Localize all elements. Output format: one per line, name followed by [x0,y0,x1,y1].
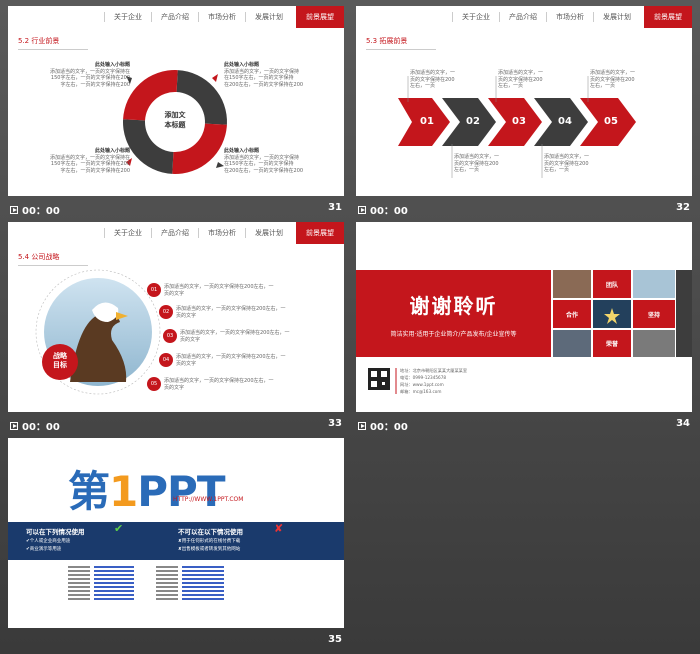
step-number: 05 [150,381,158,387]
step-label: 01 [420,116,434,127]
step-note: 添加适当的文字，一页的文字保持在200左右，一页 [454,154,500,173]
text-block-tr: 此处输入小标题 添加适当的文字，一页的文字保持 在150字左右，一页的文字保持 … [224,62,314,88]
contact-line: 电话：0999-12345678 [400,375,447,380]
slide-32-canvas: 关于企业 产品介绍 市场分析 发展计划 前景展望 5.3 拓展前景 01 02 … [356,6,692,196]
step-text: 添加适当的文字，一页的文字保持在200左右，一页的文字 [180,330,290,343]
strategy-badge: 战略 目标 [53,352,67,369]
block-body: 添加适当的文字，一页的文字保持 在150字左右，一页的文字保持 在200左右，一… [224,154,304,174]
link-list [68,566,224,600]
step-number: 03 [166,333,174,339]
step-number: 02 [162,309,170,315]
slide-33-canvas: 关于企业 产品介绍 市场分析 发展计划 前景展望 5.4 公司战略 战略 目标 … [8,222,344,412]
step-note: 添加适当的文字，一页的文字保持在200左右，一页 [544,154,590,173]
play-icon[interactable] [358,205,366,214]
block-body: 添加适当的文字，一页的文字保持 在150字左右，一页的文字保持 在200左右，一… [224,68,304,88]
step-text: 添加适当的文字，一页的文字保持在200左右，一页的文字 [164,378,274,391]
contact-line: 地址：北京市朝阳区某某大厦某某室 [400,368,468,373]
contact-info: 地址：北京市朝阳区某某大厦某某室 电话：0999-12345678 网址：www… [400,367,520,395]
slide-info-bar: 00：00 33 [8,415,344,433]
slide-timing: 00：00 [370,206,408,217]
tile-label: 坚持 [647,312,660,319]
step-text: 添加适当的文字，一页的文字保持在200左右，一页的文字 [176,354,286,367]
slide-number: 32 [676,202,690,213]
block-body: 添加适当的文字，一页的文字保持在 150字左右，一页的文字保持在200 字左右，… [49,68,130,88]
play-icon[interactable] [358,421,366,430]
slide-timing: 00：00 [22,422,60,433]
text-block-bl: 此处输入小标题 添加适当的文字，一页的文字保持在 150字左右，一页的文字保持在… [48,148,130,174]
contact-line: 网址：www.1ppt.com [400,382,444,387]
contact-line: 邮箱：mc@163.com [400,389,442,394]
slide-number: 35 [328,634,342,645]
step-text: 添加适当的文字，一页的文字保持在200左右，一页的文字 [164,284,274,297]
slide-timing: 00：00 [370,422,408,433]
slide-number: 33 [328,418,342,429]
tile-label: 团队 [605,282,618,289]
step-number: 01 [150,287,158,293]
text-block-br: 此处输入小标题 添加适当的文字，一页的文字保持 在150字左右，一页的文字保持 … [224,148,314,174]
step-note: 添加适当的文字，一页的文字保持在200左右，一页 [410,70,456,89]
step-label: 03 [512,116,526,127]
step-label: 05 [604,116,618,127]
slide-info-bar: 00：00 32 [356,199,692,217]
step-label: 04 [558,116,572,127]
play-icon[interactable] [10,205,18,214]
slide-35-canvas: 第1PPT HTTP://WWW.1PPT.COM 可以在下列情况使用 不可以在… [8,438,344,628]
step-note: 添加适当的文字，一页的文字保持在200左右，一页 [498,70,544,89]
play-icon[interactable] [10,421,18,430]
slide-number: 34 [676,418,690,429]
step-number: 04 [162,357,170,363]
slide-info-bar: 35 [8,631,344,649]
block-body: 添加适当的文字，一页的文字保持在 150字左右，一页的文字保持在200 字左右，… [49,154,130,174]
tile-label: 合作 [565,312,578,319]
slide-31-canvas: 关于企业 产品介绍 市场分析 发展计划 前景展望 5.2 行业前景 添加文 本标… [8,6,344,196]
step-text: 添加适当的文字，一页的文字保持在200左右，一页的文字 [176,306,286,319]
slide-info-bar: 00：00 34 [356,415,692,433]
step-note: 添加适当的文字，一页的文字保持在200左右，一页 [590,70,636,89]
text-block-tl: 此处输入小标题 添加适当的文字，一页的文字保持在 150字左右，一页的文字保持在… [48,62,130,88]
slide-timing: 00：00 [22,206,60,217]
tile-label: 荣誉 [605,341,618,348]
arrow-process [398,76,636,178]
slide-34-canvas: 谢谢聆听 简洁实用·适用于企业简介/产品发布/企业宣传等 团队 合作 坚持 荣誉 [356,222,692,412]
slide-number: 31 [328,202,342,213]
step-label: 02 [466,116,480,127]
center-title: 添加文 本标题 [164,111,186,129]
slide-info-bar: 00：00 31 [8,199,344,217]
